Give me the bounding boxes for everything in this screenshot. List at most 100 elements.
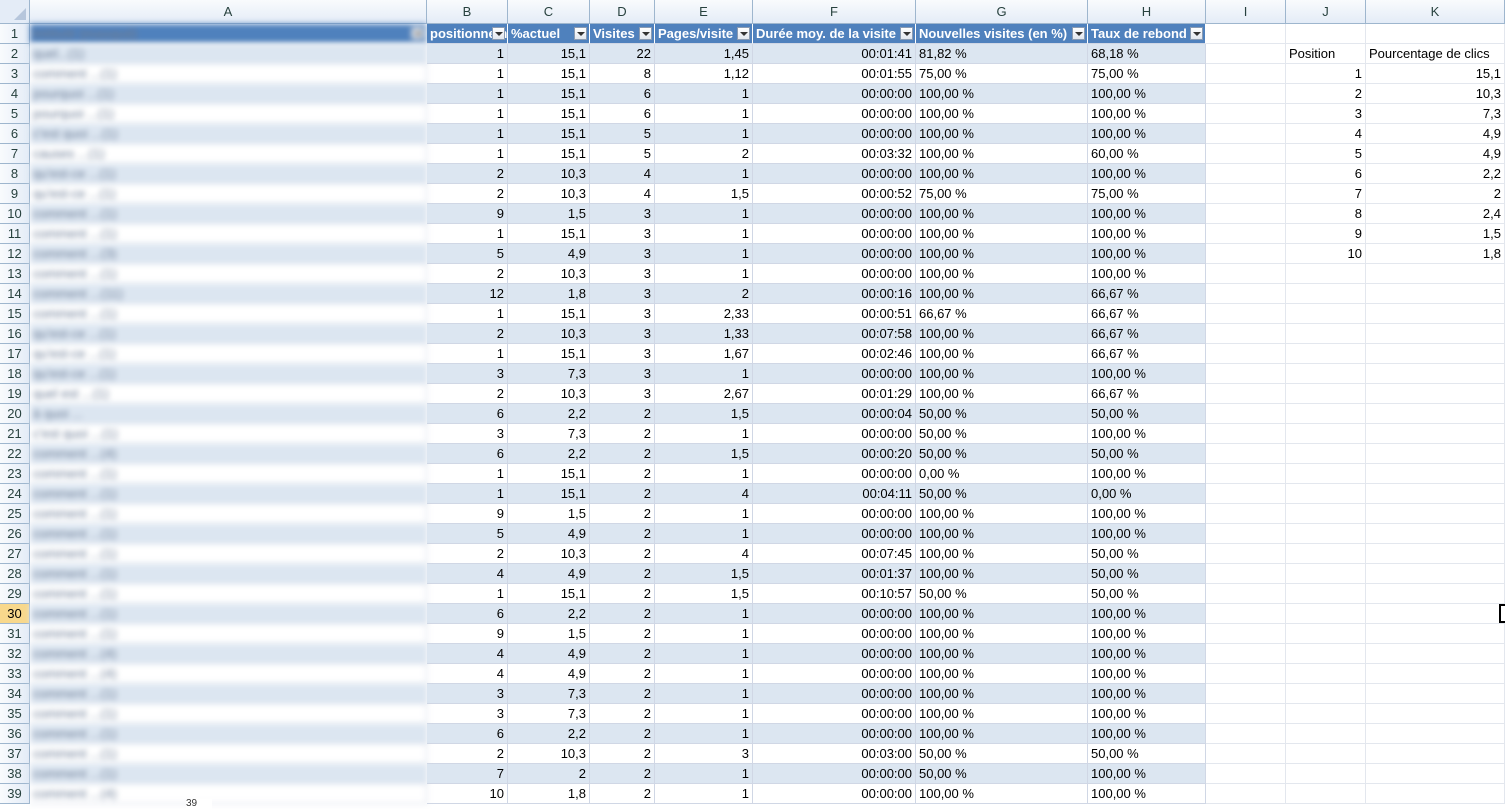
table-cell[interactable]: 100,00 % [1088,424,1206,444]
empty-cell[interactable] [1286,584,1366,604]
row-header[interactable]: 17 [0,344,30,364]
table-cell[interactable]: 15,1 [508,584,590,604]
empty-cell[interactable] [1206,144,1286,164]
table-cell[interactable]: 3 [590,304,655,324]
side-table-cell[interactable]: 1,8 [1366,244,1505,264]
row-header[interactable]: 26 [0,524,30,544]
row-header[interactable]: 12 [0,244,30,264]
empty-cell[interactable] [1366,404,1505,424]
table-cell[interactable]: 75,00 % [1088,184,1206,204]
table-cell[interactable]: 100,00 % [916,604,1088,624]
empty-cell[interactable] [1206,584,1286,604]
row-header[interactable]: 14 [0,284,30,304]
row-header[interactable]: 23 [0,464,30,484]
table-cell[interactable]: 00:00:00 [753,684,916,704]
table-cell[interactable]: 50,00 % [916,764,1088,784]
column-header-g[interactable]: G [916,0,1088,24]
table-cell[interactable]: 3 [427,364,508,384]
blurred-query-cell[interactable]: comment ...(1) [30,684,427,704]
table-cell[interactable]: 75,00 % [1088,64,1206,84]
table-cell[interactable]: 100,00 % [916,144,1088,164]
filter-dropdown-icon[interactable] [900,27,913,40]
table-cell[interactable]: 2 [590,684,655,704]
table-cell[interactable]: 2 [427,164,508,184]
empty-cell[interactable] [1366,784,1505,804]
blurred-query-cell[interactable]: pourquoi ...(1) [30,84,427,104]
spreadsheet-grid[interactable]: A B C D E F G H I J K 1 2 3 4 5 6 7 8 9 10 11 12 13 14 15 16 17 18 19… [0,0,1505,809]
table-cell[interactable]: 100,00 % [916,244,1088,264]
empty-cell[interactable] [1286,24,1366,44]
empty-cell[interactable] [1286,464,1366,484]
table-cell[interactable]: 2 [590,744,655,764]
empty-cell[interactable] [1286,384,1366,404]
row-header[interactable]: 2 [0,44,30,64]
empty-cell[interactable] [1286,744,1366,764]
empty-cell[interactable] [1286,424,1366,444]
table-cell[interactable]: 1,12 [655,64,753,84]
table-header-cell[interactable]: Intitulé (masqué) [30,24,427,44]
blurred-query-cell[interactable]: comment ...(1) [30,484,427,504]
table-cell[interactable]: 00:03:00 [753,744,916,764]
table-cell[interactable]: 00:00:00 [753,764,916,784]
empty-cell[interactable] [1366,624,1505,644]
blurred-query-cell[interactable]: c'est quoi ...(1) [30,124,427,144]
side-table-cell[interactable]: 10,3 [1366,84,1505,104]
table-cell[interactable]: 60,00 % [1088,144,1206,164]
table-cell[interactable]: 8 [590,64,655,84]
blurred-query-cell[interactable]: qu'est-ce ...(1) [30,184,427,204]
empty-cell[interactable] [1206,744,1286,764]
table-cell[interactable]: 15,1 [508,104,590,124]
table-cell[interactable]: 100,00 % [1088,624,1206,644]
empty-cell[interactable] [1366,544,1505,564]
table-cell[interactable]: 00:01:37 [753,564,916,584]
table-cell[interactable]: 2,33 [655,304,753,324]
empty-cell[interactable] [1206,764,1286,784]
table-cell[interactable]: 10,3 [508,544,590,564]
empty-cell[interactable] [1206,384,1286,404]
table-header-cell[interactable]: Pages/visite [655,24,753,44]
table-cell[interactable]: 3 [427,704,508,724]
empty-cell[interactable] [1286,284,1366,304]
table-cell[interactable]: 66,67 % [916,304,1088,324]
side-table-cell[interactable]: 7,3 [1366,104,1505,124]
row-header[interactable]: 9 [0,184,30,204]
table-cell[interactable]: 00:00:00 [753,204,916,224]
empty-cell[interactable] [1206,204,1286,224]
empty-cell[interactable] [1206,264,1286,284]
table-cell[interactable]: 3 [427,684,508,704]
table-cell[interactable]: 10,3 [508,184,590,204]
table-cell[interactable]: 100,00 % [1088,664,1206,684]
table-cell[interactable]: 4 [655,484,753,504]
empty-cell[interactable] [1286,564,1366,584]
empty-cell[interactable] [1366,524,1505,544]
table-cell[interactable]: 3 [427,424,508,444]
filter-dropdown-icon[interactable] [1072,27,1085,40]
table-cell[interactable]: 1 [655,784,753,804]
empty-cell[interactable] [1206,64,1286,84]
empty-cell[interactable] [1366,384,1505,404]
empty-cell[interactable] [1366,304,1505,324]
table-cell[interactable]: 2 [427,324,508,344]
table-cell[interactable]: 15,1 [508,484,590,504]
table-cell[interactable]: 1 [655,604,753,624]
blurred-query-cell[interactable]: qu'est-ce ...(1) [30,164,427,184]
table-cell[interactable]: 15,1 [508,124,590,144]
table-cell[interactable]: 1 [655,424,753,444]
table-cell[interactable]: 15,1 [508,64,590,84]
table-cell[interactable]: 00:00:51 [753,304,916,324]
table-cell[interactable]: 4 [590,184,655,204]
empty-cell[interactable] [1286,404,1366,424]
row-header[interactable]: 21 [0,424,30,444]
empty-cell[interactable] [1286,624,1366,644]
column-header-i[interactable]: I [1206,0,1286,24]
table-cell[interactable]: 1 [655,364,753,384]
table-cell[interactable]: 5 [427,244,508,264]
table-cell[interactable]: 7,3 [508,704,590,724]
table-cell[interactable]: 3 [590,264,655,284]
table-cell[interactable]: 100,00 % [1088,244,1206,264]
row-header[interactable]: 28 [0,564,30,584]
table-cell[interactable]: 100,00 % [916,84,1088,104]
table-cell[interactable]: 1 [427,64,508,84]
table-header-cell[interactable]: Nouvelles visites (en %) [916,24,1088,44]
empty-cell[interactable] [1366,284,1505,304]
